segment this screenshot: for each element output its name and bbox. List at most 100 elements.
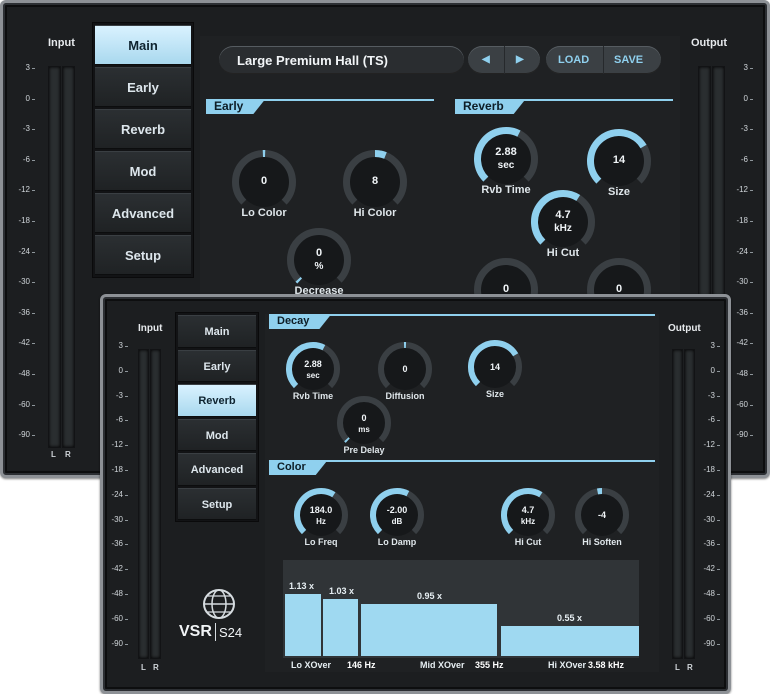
meter-tick: 3 (25, 63, 30, 72)
knob-rvb-time[interactable]: 2.88 sec Rvb Time (473, 126, 539, 196)
nav-mod[interactable]: Mod (95, 151, 191, 191)
knob-decrease[interactable]: 0% Decrease (286, 227, 352, 297)
knob-pre-delay[interactable]: 0 ms Pre Delay (336, 395, 392, 455)
knob-lo-damp-unit: dB (391, 517, 403, 526)
meter-tick-mark (750, 251, 753, 253)
nav-setup[interactable]: Setup (95, 235, 191, 275)
nav-early[interactable]: Early (95, 67, 191, 107)
nav-early[interactable]: Early (178, 349, 256, 382)
next-preset-button[interactable]: ▶ (516, 54, 524, 65)
meter-tick-mark (717, 420, 720, 422)
meter-tick-mark (125, 370, 128, 372)
meter-tick-mark (125, 643, 128, 645)
meter-tick: -12 (703, 440, 715, 450)
logo-model: S24 (219, 625, 243, 640)
nav-main[interactable]: Main (178, 315, 256, 348)
knob-hi-soften-label: Hi Soften (582, 537, 622, 547)
input-meter-left (138, 349, 149, 659)
meter-tick: -60 (111, 613, 123, 623)
knob-lo-color-value: 0 (260, 174, 268, 187)
knob-decrease-value-tick (295, 276, 303, 284)
meter-tick: -3 (740, 124, 748, 134)
meter-tick-mark (717, 569, 720, 571)
xover-value[interactable]: 3.58 kHz (588, 660, 624, 670)
nav-advanced[interactable]: Advanced (178, 453, 256, 486)
knob-extra-2-value: 0 (615, 282, 623, 295)
input-l-label: L (51, 450, 56, 459)
meter-tick: -48 (703, 589, 715, 598)
knob-lo-freq[interactable]: 184.0 Hz Lo Freq (293, 487, 349, 547)
meter-tick-mark (32, 98, 35, 100)
knob-hi-soften[interactable]: -4 Hi Soften (574, 487, 630, 547)
meter-tick: -30 (703, 514, 715, 524)
meter-tick: -36 (703, 539, 715, 549)
meter-tick: -60 (703, 613, 715, 623)
knob-pre-delay-unit: ms (358, 425, 370, 434)
meter-tick: -48 (18, 369, 30, 378)
xover-value[interactable]: 355 Hz (475, 660, 504, 670)
meter-tick-mark (125, 420, 128, 422)
nav-reverb[interactable]: Reverb (178, 384, 256, 417)
nav-advanced[interactable]: Advanced (95, 193, 191, 233)
knob-size-value: 14 (612, 153, 626, 166)
reverb-section-title: Reverb (455, 99, 526, 114)
meter-tick-mark (717, 618, 720, 620)
meter-tick-mark (717, 494, 720, 496)
band-bar[interactable] (501, 626, 639, 656)
nav-mod[interactable]: Mod (178, 418, 256, 451)
band-bar[interactable] (285, 594, 321, 656)
meter-tick-mark (750, 98, 753, 100)
meter-tick-mark (750, 68, 753, 69)
input-meter-left (48, 66, 61, 448)
meter-tick-mark (32, 129, 35, 131)
band-value-label: 0.55 x (557, 613, 583, 623)
meter-tick-mark (125, 494, 128, 496)
save-button[interactable]: SAVE (614, 54, 643, 66)
knob-rvb-time-value: 2.88 (304, 359, 322, 369)
nav-setup[interactable]: Setup (178, 487, 256, 520)
knob-pre-delay-value-tick (344, 437, 350, 443)
knob-lo-damp[interactable]: -2.00 dB Lo Damp (369, 487, 425, 547)
meter-tick: -90 (703, 638, 715, 648)
knob-hi-color[interactable]: 8 Hi Color (342, 149, 408, 219)
input-meter-right (62, 66, 75, 448)
prev-preset-button[interactable]: ◀ (482, 54, 490, 65)
knob-pre-delay-label: Pre Delay (343, 445, 385, 455)
knob-size[interactable]: 14 Size (467, 339, 523, 399)
band-bar[interactable] (323, 599, 358, 656)
output-meter-left (672, 349, 683, 659)
knob-hi-cut-unit: kHz (554, 223, 572, 234)
early-section-title: Early (206, 99, 265, 114)
meter-tick-mark (750, 435, 753, 437)
load-button[interactable]: LOAD (558, 54, 589, 66)
meter-tick: 0 (118, 365, 123, 375)
knob-rvb-time[interactable]: 2.88 sec Rvb Time (285, 341, 341, 401)
nav-reverb[interactable]: Reverb (95, 109, 191, 149)
knob-lo-freq-unit: Hz (316, 517, 326, 526)
knob-hi-cut-unit: kHz (520, 517, 536, 526)
color-section-header: Color (269, 460, 655, 475)
xover-value[interactable]: 146 Hz (347, 660, 376, 670)
meter-tick-mark (32, 312, 35, 314)
band-value-label: 1.03 x (329, 586, 355, 596)
band-bar[interactable] (361, 604, 497, 656)
meter-tick-mark (32, 190, 35, 192)
knob-size[interactable]: 14 Size (586, 128, 652, 198)
meter-tick-mark (32, 68, 35, 69)
knob-lo-color[interactable]: 0 Lo Color (231, 149, 297, 219)
meter-tick-mark (717, 544, 720, 546)
nav-main[interactable]: Main (95, 25, 191, 65)
meter-tick-mark (125, 569, 128, 571)
meter-tick-mark (717, 643, 720, 645)
meter-tick: -18 (736, 216, 748, 225)
knob-diffusion[interactable]: 0 Diffusion (377, 341, 433, 401)
meter-tick-mark (32, 221, 35, 222)
preset-name-field[interactable]: Large Premium Hall (TS) (219, 46, 464, 74)
meter-tick: -30 (736, 277, 748, 287)
knob-size-label: Size (485, 389, 504, 399)
band-value-label: 1.13 x (289, 581, 315, 591)
knob-hi-cut[interactable]: 4.7 kHz Hi Cut (530, 189, 596, 259)
knob-rvb-time-unit: sec (306, 371, 320, 380)
knob-hi-cut[interactable]: 4.7 kHz Hi Cut (500, 487, 556, 547)
output-l-label: L (675, 663, 680, 672)
